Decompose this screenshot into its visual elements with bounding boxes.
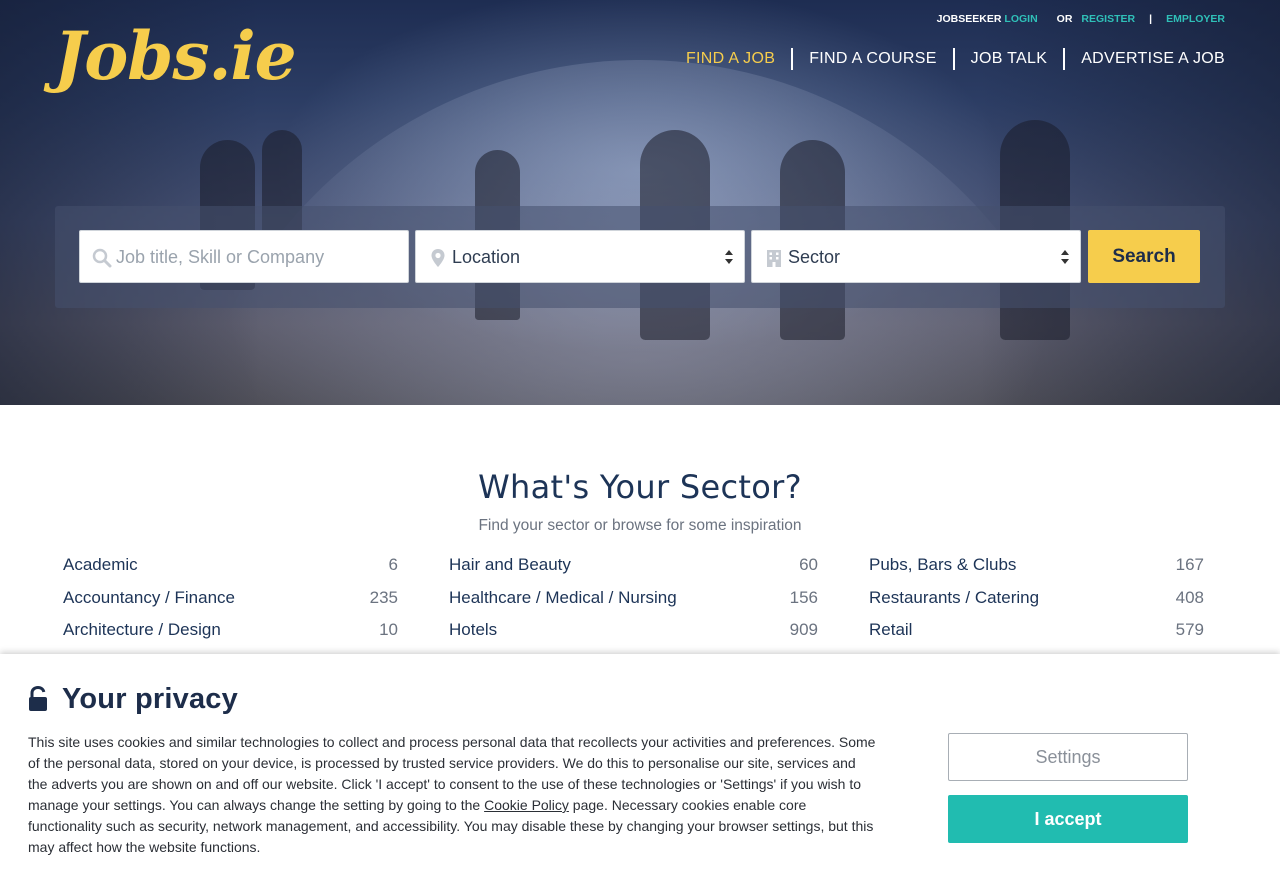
nav-advertise-a-job[interactable]: ADVERTISE A JOB	[1063, 48, 1225, 70]
sector-name: Architecture / Design	[63, 620, 221, 639]
sector-count: 156	[789, 587, 818, 607]
main-nav: FIND A JOB FIND A COURSE JOB TALK ADVERT…	[686, 48, 1225, 70]
search-button[interactable]: Search	[1088, 230, 1200, 283]
sector-column: Academic 6 Accountancy / Finance 235 Arc…	[63, 553, 398, 651]
site-logo[interactable]: Jobs.ie	[54, 14, 297, 98]
sector-count: 579	[1175, 620, 1204, 639]
register-link[interactable]: REGISTER	[1081, 13, 1135, 25]
settings-button[interactable]: Settings	[948, 733, 1188, 781]
sector-count: 235	[369, 587, 398, 607]
sector-link[interactable]: Hotels 909	[449, 618, 818, 651]
keyword-placeholder: Job title, Skill or Company	[116, 247, 325, 267]
privacy-banner: Your privacy This site uses cookies and …	[0, 654, 1280, 887]
sector-name: Accountancy / Finance	[63, 587, 235, 607]
sector-link[interactable]: Accountancy / Finance 235	[63, 586, 398, 619]
sector-count: 6	[388, 555, 398, 574]
sector-name: Hotels	[449, 620, 498, 639]
sector-name: Restaurants / Catering	[869, 587, 1040, 607]
sector-link[interactable]: Academic 6	[63, 553, 398, 586]
chevron-updown-icon	[724, 249, 734, 265]
keyword-input[interactable]: Job title, Skill or Company	[79, 230, 409, 283]
sector-count: 10	[379, 620, 398, 639]
nav-find-a-job[interactable]: FIND A JOB	[686, 48, 791, 70]
building-icon	[767, 250, 781, 267]
sector-link[interactable]: Architecture / Design 10	[63, 618, 398, 651]
nav-find-a-course[interactable]: FIND A COURSE	[791, 48, 952, 70]
login-link[interactable]: LOGIN	[1004, 13, 1037, 25]
accept-button[interactable]: I accept	[948, 795, 1188, 843]
map-pin-icon	[431, 249, 445, 267]
search-icon	[92, 248, 112, 268]
sector-name: Retail	[869, 620, 913, 639]
sector-subtitle: Find your sector or browse for some insp…	[478, 517, 802, 534]
sector-heading: What's Your Sector?	[478, 468, 802, 506]
or-label: OR	[1056, 13, 1073, 25]
privacy-header: Your privacy	[28, 682, 238, 716]
sector-name: Hair and Beauty	[449, 555, 571, 574]
location-value: Location	[452, 247, 521, 267]
sector-count: 909	[789, 620, 818, 639]
sector-select[interactable]: Sector	[751, 230, 1081, 283]
account-bar: JOBSEEKER LOGIN OR REGISTER | EMPLOYER	[937, 12, 1225, 26]
sector-count: 60	[799, 555, 818, 574]
account-divider: |	[1149, 13, 1153, 25]
sector-column: Pubs, Bars & Clubs 167 Restaurants / Cat…	[869, 553, 1204, 651]
sector-name: Pubs, Bars & Clubs	[869, 555, 1017, 574]
cookie-policy-link[interactable]: Cookie Policy	[484, 797, 569, 813]
sector-count: 167	[1175, 555, 1204, 574]
sector-link[interactable]: Pubs, Bars & Clubs 167	[869, 553, 1204, 586]
nav-job-talk[interactable]: JOB TALK	[952, 48, 1064, 70]
location-select[interactable]: Location	[415, 230, 745, 283]
sector-link[interactable]: Hair and Beauty 60	[449, 553, 818, 586]
search-panel: Job title, Skill or Company Location Sec…	[55, 206, 1225, 308]
sector-link[interactable]: Healthcare / Medical / Nursing 156	[449, 586, 818, 619]
sector-count: 408	[1175, 587, 1204, 607]
sector-name: Healthcare / Medical / Nursing	[449, 587, 677, 607]
privacy-title: Your privacy	[62, 682, 238, 715]
employer-link[interactable]: EMPLOYER	[1166, 13, 1225, 25]
privacy-text: This site uses cookies and similar techn…	[28, 732, 878, 858]
sector-link[interactable]: Restaurants / Catering 408	[869, 586, 1204, 619]
jobseeker-label: JOBSEEKER	[936, 13, 1002, 25]
sector-column: Hair and Beauty 60 Healthcare / Medical …	[449, 553, 818, 651]
chevron-updown-icon	[1060, 249, 1070, 265]
unlock-icon	[29, 686, 47, 711]
sector-value: Sector	[788, 247, 841, 267]
sector-name: Academic	[63, 555, 138, 574]
sector-link[interactable]: Retail 579	[869, 618, 1204, 651]
